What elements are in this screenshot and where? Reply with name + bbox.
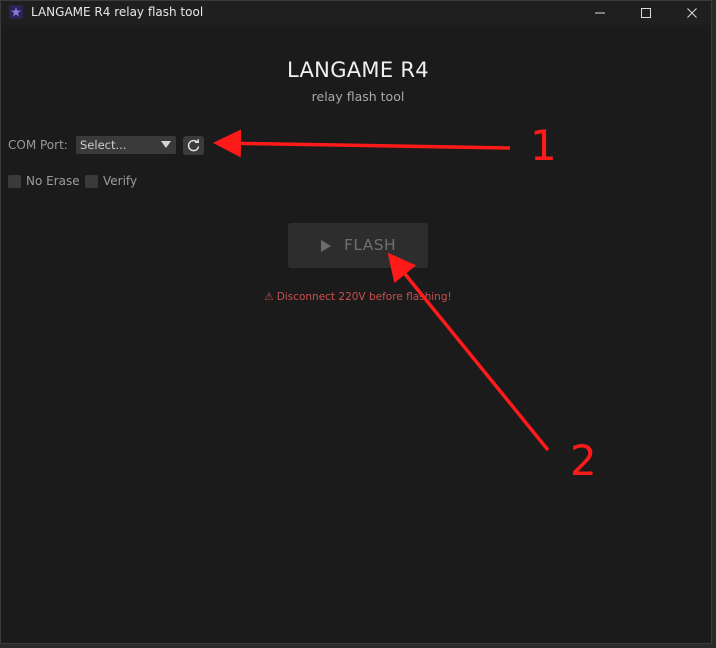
annotation-number-1: 1	[530, 121, 557, 170]
verify-label: Verify	[103, 174, 138, 188]
warning-text: Disconnect 220V before flashing!	[276, 291, 452, 303]
app-subtitle: relay flash tool	[311, 89, 405, 104]
flash-button[interactable]: FLASH	[288, 223, 428, 268]
no-erase-option[interactable]: No Erase	[8, 174, 88, 190]
flash-button-label: FLASH	[344, 236, 397, 254]
main-content: LANGAME R4 relay flash tool COM Port: Se…	[1, 25, 711, 643]
warning-icon: ⚠	[264, 291, 274, 303]
annotation-number-2: 2	[570, 436, 597, 485]
app-logo-icon	[9, 5, 23, 19]
no-erase-checkbox[interactable]	[8, 175, 21, 188]
maximize-button[interactable]	[623, 1, 669, 25]
refresh-icon	[187, 139, 200, 152]
verify-option[interactable]: Verify	[85, 174, 145, 190]
dropdown-arrow-icon	[161, 141, 171, 148]
background-edge-right	[712, 0, 716, 648]
minimize-button[interactable]	[577, 1, 623, 25]
close-button[interactable]	[669, 1, 711, 25]
background-edge-bottom	[0, 644, 716, 648]
maximize-icon	[641, 8, 651, 18]
window-title: LANGAME R4 relay flash tool	[31, 5, 204, 19]
verify-checkbox[interactable]	[85, 175, 98, 188]
play-icon	[321, 240, 331, 252]
app-window: LANGAME R4 relay flash tool LANGAME R4 r…	[0, 0, 712, 644]
minimize-icon	[595, 12, 605, 14]
title-bar[interactable]: LANGAME R4 relay flash tool	[1, 1, 711, 25]
app-title: LANGAME R4	[287, 58, 429, 82]
com-port-label: COM Port:	[8, 138, 68, 152]
warning-message: ⚠ Disconnect 220V before flashing!	[1, 291, 711, 303]
no-erase-label: No Erase	[26, 174, 80, 188]
com-port-select[interactable]: Select...	[76, 136, 176, 154]
refresh-ports-button[interactable]	[183, 136, 204, 155]
com-port-selected-value: Select...	[80, 138, 127, 152]
close-icon	[687, 8, 697, 18]
